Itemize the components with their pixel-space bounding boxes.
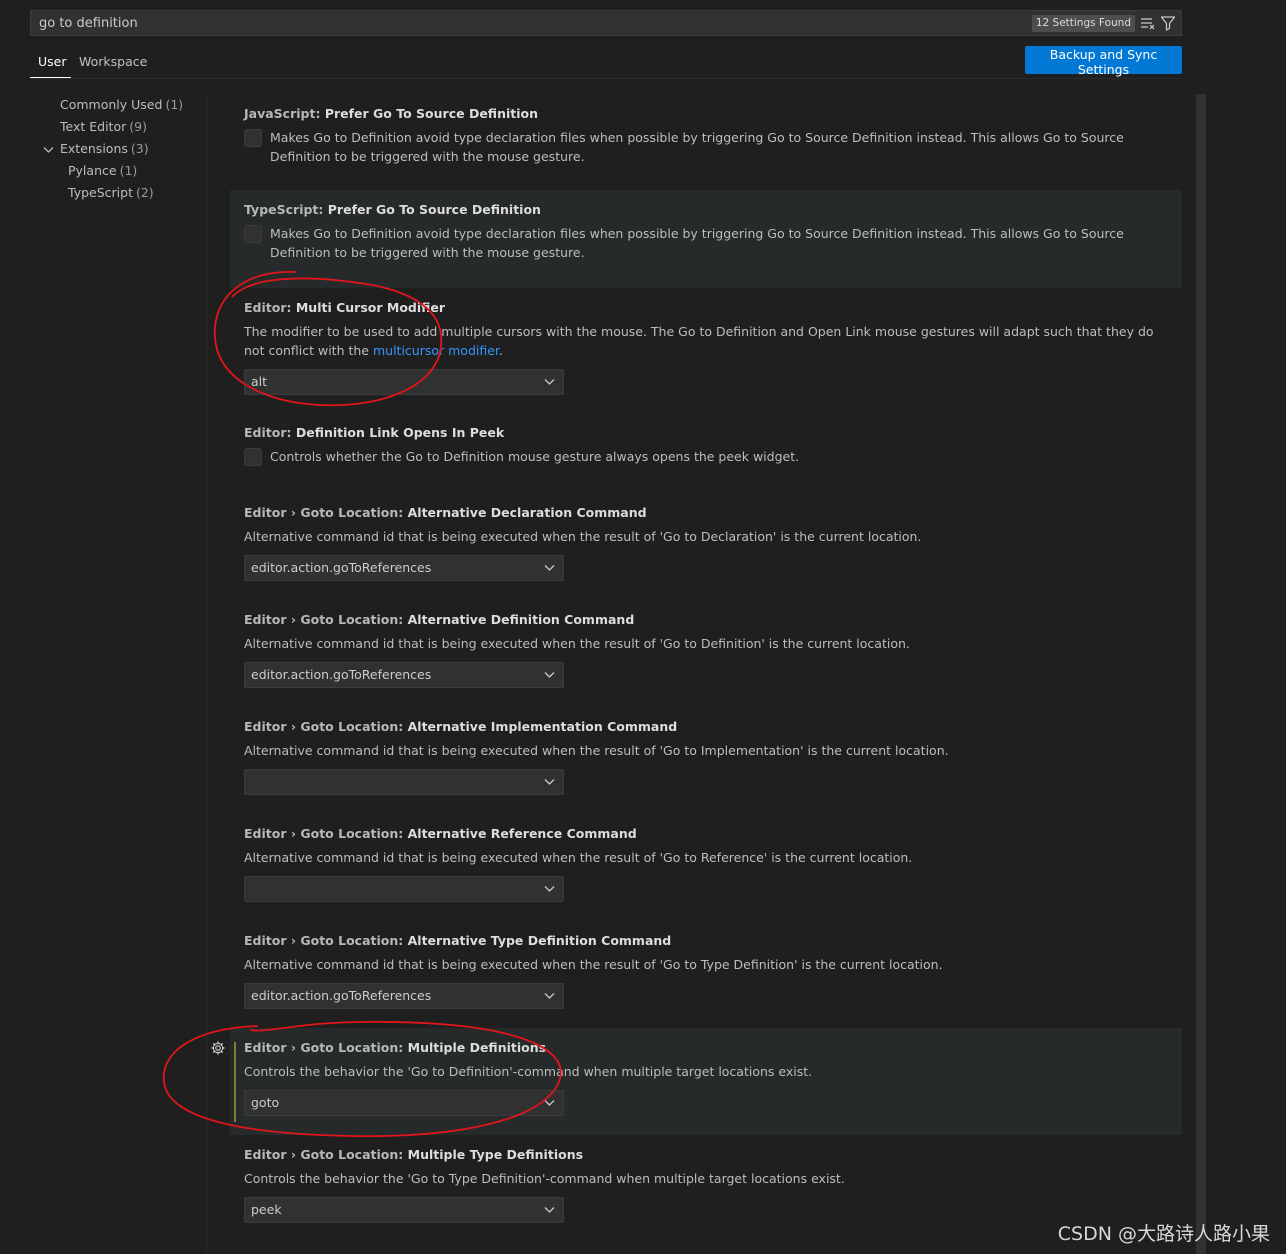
chevron-down-icon — [544, 672, 555, 678]
setting-description: The modifier to be used to add multiple … — [244, 324, 1154, 358]
dropdown-value: peek — [251, 1202, 282, 1217]
setting-dropdown[interactable]: editor.action.goToReferences — [244, 983, 564, 1009]
setting-dropdown[interactable]: goto — [244, 1090, 564, 1116]
settings-list: JavaScript: Prefer Go To Source Definiti… — [211, 94, 1182, 1242]
toc-label: Commonly Used — [60, 97, 163, 112]
setting-description: Controls whether the Go to Definition mo… — [270, 449, 800, 464]
setting-title: Editor › Goto Location: Alternative Refe… — [244, 826, 637, 841]
setting-checkbox[interactable] — [244, 225, 262, 243]
dropdown-value: goto — [251, 1095, 280, 1110]
tab-user[interactable]: User — [30, 48, 71, 78]
setting-typescript-prefer-go-to-source-definition: TypeScript: Prefer Go To Source Definiti… — [230, 190, 1182, 288]
results-count-badge: 12 Settings Found — [1031, 15, 1135, 32]
setting-title: Editor: Definition Link Opens In Peek — [244, 425, 505, 440]
setting-title: JavaScript: Prefer Go To Source Definiti… — [244, 106, 538, 121]
filter-icon[interactable] — [1160, 15, 1176, 31]
setting-goto-alternative-definition-command: Editor › Goto Location: Alternative Defi… — [230, 600, 1182, 707]
setting-dropdown[interactable] — [244, 876, 564, 902]
chevron-down-icon — [544, 886, 555, 892]
toc-count: (1) — [119, 163, 138, 178]
toc-label: Extensions — [60, 141, 128, 156]
setting-javascript-prefer-go-to-source-definition: JavaScript: Prefer Go To Source Definiti… — [230, 94, 1182, 190]
setting-dropdown[interactable] — [244, 769, 564, 795]
backup-sync-button[interactable]: Backup and Sync Settings — [1025, 46, 1182, 77]
setting-title: Editor › Goto Location: Alternative Impl… — [244, 719, 678, 734]
settings-search-box[interactable]: 12 Settings Found — [30, 10, 1182, 36]
toc-label: Text Editor — [60, 119, 127, 134]
setting-description: Controls the behavior the 'Go to Definit… — [244, 1064, 813, 1079]
chevron-down-icon — [544, 993, 555, 999]
setting-title: Editor › Goto Location: Multiple Definit… — [244, 1040, 547, 1055]
setting-description: Alternative command id that is being exe… — [244, 529, 922, 544]
tab-workspace[interactable]: Workspace — [71, 48, 155, 78]
setting-dropdown[interactable]: peek — [244, 1197, 564, 1223]
scrollbar-thumb[interactable] — [1196, 94, 1206, 1254]
setting-goto-multiple-type-definitions: Editor › Goto Location: Multiple Type De… — [230, 1135, 1182, 1242]
setting-description: Makes Go to Definition avoid type declar… — [270, 130, 1124, 164]
setting-editor-definition-link-opens-in-peek: Editor: Definition Link Opens In Peek Co… — [230, 413, 1182, 493]
watermark: CSDN @大路诗人路小果 — [1057, 1223, 1270, 1245]
toc-item-typescript[interactable]: TypeScript (2) — [40, 182, 200, 204]
setting-dropdown[interactable]: editor.action.goToReferences — [244, 662, 564, 688]
gear-icon[interactable] — [210, 1040, 226, 1056]
dropdown-value: editor.action.goToReferences — [251, 560, 432, 575]
setting-description: Makes Go to Definition avoid type declar… — [270, 226, 1124, 260]
chevron-down-icon — [43, 147, 54, 153]
chevron-down-icon — [544, 779, 555, 785]
setting-goto-alternative-reference-command: Editor › Goto Location: Alternative Refe… — [230, 814, 1182, 921]
chevron-down-icon — [544, 379, 555, 385]
setting-checkbox[interactable] — [244, 448, 262, 466]
dropdown-value: editor.action.goToReferences — [251, 667, 432, 682]
setting-title: Editor: Multi Cursor Modifier — [244, 300, 446, 315]
toc-item-extensions[interactable]: Extensions (3) — [40, 138, 200, 160]
toc-item-pylance[interactable]: Pylance (1) — [40, 160, 200, 182]
setting-description: Alternative command id that is being exe… — [244, 743, 949, 758]
setting-title: Editor › Goto Location: Alternative Type… — [244, 933, 672, 948]
toc-count: (2) — [135, 185, 154, 200]
setting-title: Editor › Goto Location: Multiple Type De… — [244, 1147, 584, 1162]
setting-goto-alternative-type-definition-command: Editor › Goto Location: Alternative Type… — [230, 921, 1182, 1028]
chevron-down-icon — [544, 1207, 555, 1213]
chevron-down-icon — [544, 1100, 555, 1106]
setting-description: Alternative command id that is being exe… — [244, 957, 943, 972]
setting-dropdown[interactable]: alt — [244, 369, 564, 395]
setting-description: Alternative command id that is being exe… — [244, 850, 913, 865]
search-input[interactable] — [37, 14, 1017, 32]
setting-goto-alternative-declaration-command: Editor › Goto Location: Alternative Decl… — [230, 493, 1182, 600]
toc-label: TypeScript — [68, 185, 133, 200]
setting-description: Alternative command id that is being exe… — [244, 636, 910, 651]
dropdown-value: alt — [251, 374, 268, 389]
setting-title: TypeScript: Prefer Go To Source Definiti… — [244, 202, 541, 217]
toc-divider — [206, 94, 207, 1254]
setting-title: Editor › Goto Location: Alternative Decl… — [244, 505, 647, 520]
setting-description: Controls the behavior the 'Go to Type De… — [244, 1171, 845, 1186]
toc-item-commonly-used[interactable]: Commonly Used (1) — [40, 94, 200, 116]
chevron-down-icon — [544, 565, 555, 571]
toc-item-text-editor[interactable]: Text Editor (9) — [40, 116, 200, 138]
tabs-divider — [30, 78, 1182, 79]
clear-filter-icon[interactable] — [1140, 16, 1156, 30]
setting-goto-multiple-definitions: Editor › Goto Location: Multiple Definit… — [211, 1028, 1182, 1135]
modified-indicator-bar — [234, 1042, 236, 1122]
dropdown-value: editor.action.goToReferences — [251, 988, 432, 1003]
setting-dropdown[interactable]: editor.action.goToReferences — [244, 555, 564, 581]
setting-title: Editor › Goto Location: Alternative Defi… — [244, 612, 635, 627]
toc-count: (1) — [165, 97, 184, 112]
toc-label: Pylance — [68, 163, 117, 178]
settings-toc: Commonly Used (1) Text Editor (9) Extensio… — [40, 94, 200, 204]
toc-count: (9) — [129, 119, 147, 134]
toc-count: (3) — [130, 141, 149, 156]
setting-editor-multi-cursor-modifier: Editor: Multi Cursor Modifier The modifi… — [230, 288, 1182, 413]
setting-goto-alternative-implementation-command: Editor › Goto Location: Alternative Impl… — [230, 707, 1182, 814]
multicursor-modifier-link[interactable]: multicursor modifier — [373, 343, 499, 358]
setting-checkbox[interactable] — [244, 129, 262, 147]
